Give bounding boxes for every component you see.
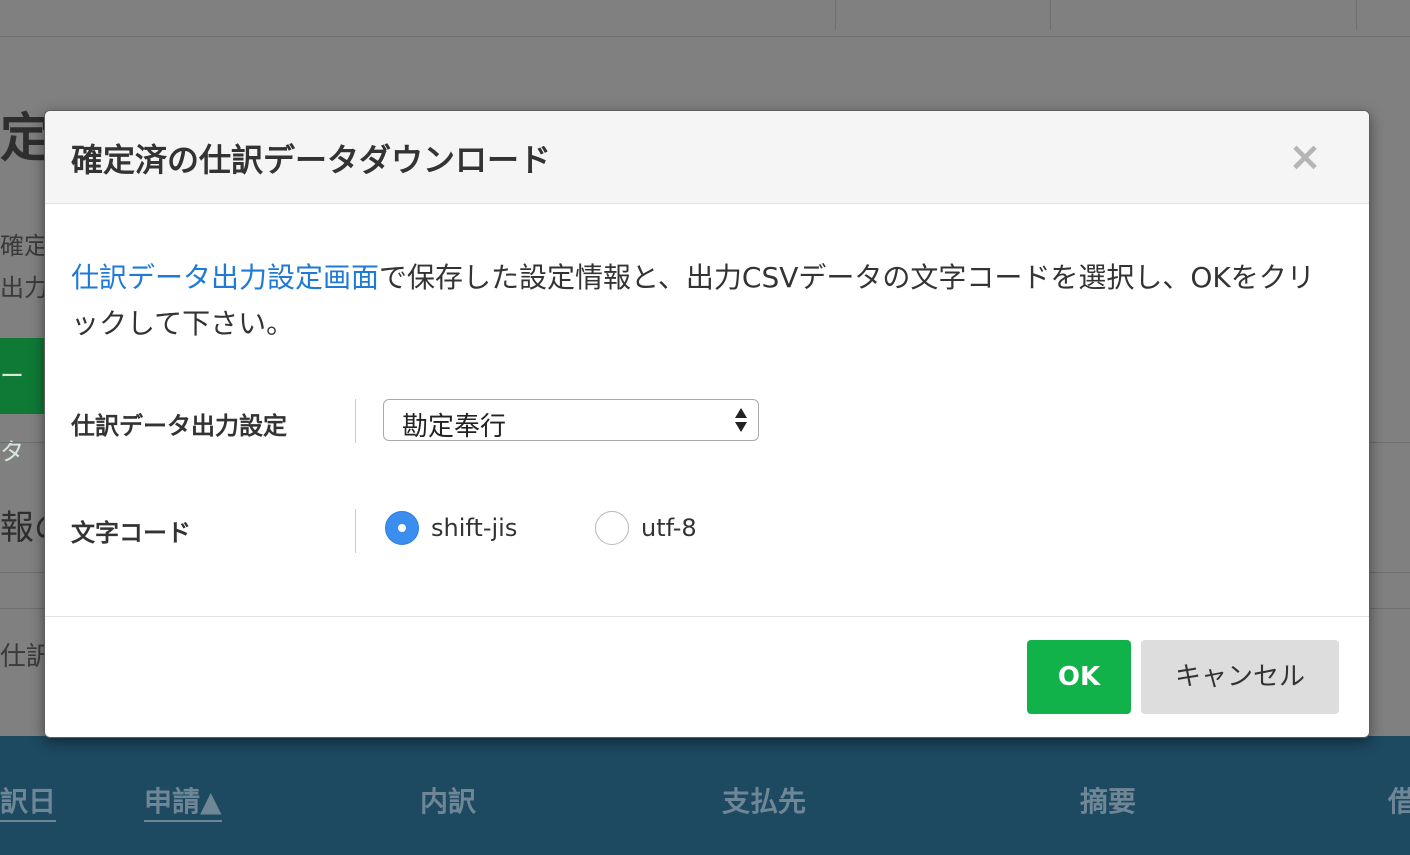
download-modal: 確定済の仕訳データダウンロード × 仕訳データ出力設定画面で保存した設定情報と、… <box>44 110 1370 738</box>
table-header-breakdown: 内訳 <box>420 785 477 818</box>
topbar-divider <box>1356 0 1357 30</box>
table-header-application: 申請▲ <box>144 780 222 822</box>
background-text: 出力 <box>0 274 48 302</box>
background-green-button: ータ <box>0 338 44 466</box>
background-text: 確定 <box>0 232 48 260</box>
radio-label: utf-8 <box>641 514 697 542</box>
table-header-date: 訳日 <box>0 780 57 822</box>
radio-label: shift-jis <box>431 514 518 542</box>
radio-utf-8[interactable]: utf-8 <box>595 511 725 547</box>
radio-unselected-icon[interactable] <box>595 511 629 545</box>
radio-selected-icon[interactable] <box>385 511 419 545</box>
label-separator <box>355 399 356 443</box>
modal-description: 仕訳データ出力設定画面で保存した設定情報と、出力CSVデータの文字コードを選択し… <box>71 255 1341 347</box>
radio-shift-jis[interactable]: shift-jis <box>385 511 535 547</box>
background-topbar <box>0 0 1410 37</box>
background-table-header: 訳日 申請▲ 内訳 支払先 摘要 借 <box>0 736 1410 855</box>
table-header-summary: 摘要 <box>1080 785 1137 818</box>
setting-label: 仕訳データ出力設定 <box>71 412 287 440</box>
footer-divider <box>45 616 1369 617</box>
modal-header: 確定済の仕訳データダウンロード × <box>45 111 1369 204</box>
settings-screen-link[interactable]: 仕訳データ出力設定画面 <box>71 261 379 294</box>
table-header-debit: 借 <box>1388 785 1410 818</box>
output-setting-select[interactable]: 勘定奉行 <box>383 399 759 442</box>
label-separator <box>355 509 356 553</box>
cancel-button[interactable]: キャンセル <box>1141 640 1339 714</box>
select-value: 勘定奉行 <box>402 412 507 442</box>
topbar-divider <box>835 0 836 30</box>
table-header-payee: 支払先 <box>722 785 807 818</box>
modal-title: 確定済の仕訳データダウンロード <box>71 141 552 179</box>
ok-button[interactable]: OK <box>1027 640 1131 714</box>
encoding-label: 文字コード <box>71 519 191 547</box>
select-arrows-icon <box>734 405 748 435</box>
close-icon[interactable]: × <box>1285 137 1325 177</box>
topbar-divider <box>1050 0 1051 30</box>
